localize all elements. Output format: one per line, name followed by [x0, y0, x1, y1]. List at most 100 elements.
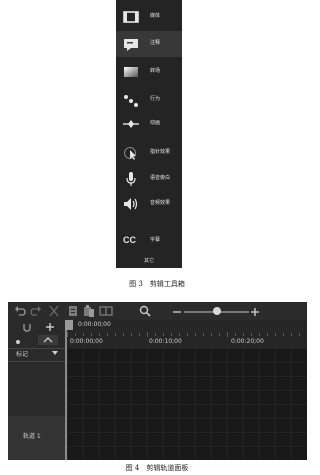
collapse-button[interactable] [38, 335, 58, 345]
cut-icon[interactable] [48, 304, 60, 318]
zoom-icon[interactable] [139, 304, 151, 318]
ruler-tick [67, 332, 68, 337]
playhead-time: 0:00:00;00 [78, 321, 111, 328]
ruler-tick [171, 333, 172, 336]
figure-3-caption: 图 3 剪辑工具箱 [129, 280, 185, 288]
toolbox-item-audio-effect[interactable]: 音频效果 [116, 191, 182, 217]
toolbox-more-button[interactable]: 其它 [116, 257, 182, 264]
cursor-effect-icon [124, 147, 136, 160]
toolbox-item-voice-narration[interactable]: 语音旁白 [116, 166, 182, 192]
track-header-panel: 标记 轨道 1 [8, 320, 65, 460]
playhead-line[interactable] [65, 320, 67, 460]
ruler-tick [131, 333, 132, 336]
ruler-tick [155, 333, 156, 336]
ruler-time-label: 0:00:20;00 [231, 338, 264, 345]
toolbox-item-animation[interactable]: 动画 [116, 111, 182, 137]
toolbox-item-media[interactable]: 媒体 [116, 4, 182, 30]
copy-icon[interactable] [67, 304, 79, 318]
timeline-panel: 标记 轨道 1 0:00:00;00 0:00:00;00 0:00:10;00… [8, 302, 307, 460]
track-1-label: 轨道 1 [23, 433, 41, 440]
markers-dropdown-icon[interactable] [52, 351, 58, 356]
divider [8, 361, 65, 362]
grid-row-line [67, 390, 307, 391]
toolbox-label: 注释 [150, 40, 161, 46]
audio-effect-icon [124, 198, 138, 210]
split-icon[interactable] [99, 304, 113, 318]
magnet-icon[interactable] [22, 322, 32, 332]
ruler-tick [251, 333, 252, 336]
ruler-tick [299, 333, 300, 336]
grid-row-line [67, 348, 307, 349]
ruler-tick [283, 333, 284, 336]
paste-icon[interactable] [83, 304, 95, 318]
voice-narration-icon [126, 172, 136, 186]
grid-row-line [67, 362, 307, 363]
track-grid[interactable] [67, 348, 307, 460]
ruler-tick [187, 333, 188, 336]
ruler-tick [211, 333, 212, 336]
ruler-tick [99, 333, 100, 336]
record-dot-icon [16, 340, 20, 344]
ruler-tick [203, 333, 204, 336]
grid-row-line [67, 432, 307, 433]
ruler-tick [91, 333, 92, 336]
toolbox-item-transition[interactable]: 转场 [116, 59, 182, 85]
ruler-tick [147, 332, 148, 337]
playhead-handle[interactable] [65, 320, 73, 330]
ruler-tick [219, 333, 220, 336]
toolbox-item-annotation[interactable]: 注释 [116, 31, 182, 57]
ruler-tick [179, 333, 180, 336]
toolbox-item-captions[interactable]: CC 字幕 [116, 228, 182, 254]
toolbox-label: 指针效果 [150, 149, 171, 155]
toolbox-label: 媒体 [150, 13, 161, 19]
ruler-tick [291, 333, 292, 336]
ruler-tick [259, 333, 260, 336]
media-icon [123, 11, 139, 23]
ruler-time-label: 0:00:00;00 [70, 338, 103, 345]
time-ruler[interactable]: 0:00:00;00 0:00:00;00 0:00:10;00 0:00:20… [65, 320, 307, 348]
animation-icon [123, 120, 139, 128]
add-track-icon[interactable] [45, 322, 55, 332]
ruler-tick [163, 333, 164, 336]
zoom-slider-thumb[interactable] [212, 307, 221, 315]
toolbox-label: 转场 [150, 68, 161, 74]
toolbox-label: 音频效果 [150, 200, 171, 206]
ruler-time-label: 0:00:10;00 [149, 338, 182, 345]
toolbox-label: 字幕 [150, 237, 161, 243]
timeline-toolbar [8, 302, 307, 320]
ruler-tick [115, 333, 116, 336]
ruler-tick [139, 333, 140, 336]
ruler-tick [267, 333, 268, 336]
ruler-tick [75, 333, 76, 336]
undo-icon[interactable] [14, 304, 26, 318]
grid-row-line [67, 446, 307, 447]
editing-toolbox: 媒体 注释 转场 行为 动画 指针效果 语音旁白 音频效果 CC 字幕 其它 [116, 0, 182, 268]
chevron-up-icon [43, 337, 53, 343]
annotation-icon [124, 39, 138, 51]
ruler-tick [107, 333, 108, 336]
toolbox-label: 行为 [150, 96, 161, 102]
zoom-in-icon[interactable] [250, 304, 260, 318]
ruler-tick [243, 333, 244, 336]
transition-icon [124, 67, 138, 77]
toolbox-item-behavior[interactable]: 行为 [116, 87, 182, 113]
grid-row-line [67, 376, 307, 377]
captions-icon: CC [123, 235, 136, 245]
ruler-tick [227, 332, 228, 337]
markers-label: 标记 [16, 351, 29, 358]
ruler-tick [235, 333, 236, 336]
zoom-out-icon[interactable] [172, 304, 182, 318]
toolbox-label: 语音旁白 [150, 175, 171, 181]
ruler-tick [275, 333, 276, 336]
ruler-tick [123, 333, 124, 336]
toolbox-item-cursor-effect[interactable]: 指针效果 [116, 140, 182, 166]
figure-4-caption: 图 4 剪辑轨道面板 [125, 464, 189, 472]
track-1-header[interactable]: 轨道 1 [8, 416, 65, 460]
grid-row-line [67, 404, 307, 405]
grid-row-line [67, 418, 307, 419]
behavior-icon [124, 95, 138, 107]
ruler-tick [195, 333, 196, 336]
ruler-tick [83, 333, 84, 336]
redo-icon[interactable] [30, 304, 42, 318]
toolbox-label: 动画 [150, 120, 161, 126]
